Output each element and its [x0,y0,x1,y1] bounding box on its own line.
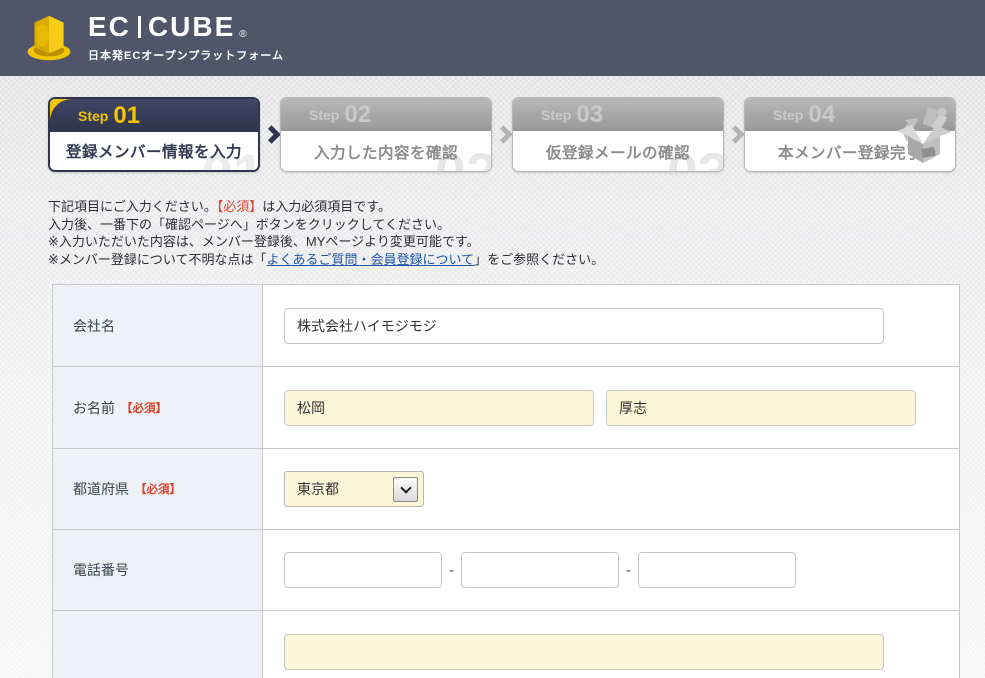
step-3-box: Step 03 03 仮登録メールの確認 [512,97,724,172]
step-3-word: Step [541,107,571,123]
name-label: お名前 [73,398,115,418]
name-row: お名前 【必須】 [53,367,959,449]
chevron-right-icon [494,125,512,143]
instruction-line-4: ※メンバー登録について不明な点は「よくあるご質問・会員登録について」をご参照くだ… [48,251,985,269]
chevron-down-icon [400,482,411,493]
step-2-word: Step [309,107,339,123]
name-value-cell [263,367,959,448]
prefecture-value-cell: 東京都 [263,449,959,529]
site-header: EC CUBE ® 日本発ECオープンプラットフォーム [0,0,985,76]
brand-ec: EC [88,13,131,41]
brand-cube: CUBE [148,13,235,41]
company-value-cell [263,285,959,366]
company-label-cell: 会社名 [53,285,263,366]
step-1-title: 登録メンバー情報を入力 [66,140,242,162]
step-2-body: 02 入力した内容を確認 [281,131,491,172]
brand-divider [138,16,141,38]
step-4-word: Step [773,107,803,123]
registered-mark: ® [239,29,246,40]
prefecture-row: 都道府県 【必須】 東京都 [53,449,959,530]
eccube-hat-icon [26,13,72,63]
next-field-label-cell [53,611,263,678]
gift-box-icon [895,106,953,166]
next-field-value-cell [263,611,959,678]
step-2-title: 入力した内容を確認 [314,141,458,163]
faq-link[interactable]: よくあるご質問・会員登録について [267,252,475,267]
form-instructions: 下記項目にご入力ください。【必須】は入力必須項目です。 入力後、一番下の「確認ペ… [48,198,985,268]
phone-value-cell: - - [263,530,959,610]
brand-tagline: 日本発ECオープンプラットフォーム [88,47,284,63]
chevron-right-icon [726,125,744,143]
step-3-body: 03 仮登録メールの確認 [513,131,723,172]
phone-part1-input[interactable] [284,552,442,588]
step-1-head: Step 01 [50,99,258,132]
prefecture-label-cell: 都道府県 【必須】 [53,449,263,529]
step-3-head: Step 03 [513,98,723,131]
next-field-row [53,611,959,678]
prefecture-select[interactable]: 東京都 [284,471,424,507]
step-3-number: 03 [576,103,603,127]
step-3-title: 仮登録メールの確認 [546,141,690,163]
step-1-word: Step [78,108,108,124]
step-1-body: 01 登録メンバー情報を入力 [50,132,258,170]
phone-label: 電話番号 [73,560,129,580]
step-2-number: 02 [344,103,371,127]
step-1-box: Step 01 01 登録メンバー情報を入力 [48,97,260,172]
last-name-input[interactable] [284,390,594,426]
instruction-line-3: ※入力いただいた内容は、メンバー登録後、MYページより変更可能です。 [48,233,985,251]
chevron-right-icon [262,125,280,143]
prefecture-required-badge: 【必須】 [135,481,181,497]
phone-separator: - [626,562,631,579]
prefecture-selected-value: 東京都 [297,479,339,499]
company-input[interactable] [284,308,884,344]
prefecture-label: 都道府県 [73,479,129,499]
first-name-input[interactable] [606,390,916,426]
member-registration-form: 会社名 お名前 【必須】 都道府県 【必須】 東京都 [52,284,960,678]
phone-row: 電話番号 - - [53,530,959,611]
step-2-box: Step 02 02 入力した内容を確認 [280,97,492,172]
step-4-number: 04 [808,103,835,127]
phone-separator: - [449,562,454,579]
phone-part3-input[interactable] [638,552,796,588]
required-badge-inline: 【必須】 [217,199,263,214]
phone-label-cell: 電話番号 [53,530,263,610]
phone-part2-input[interactable] [461,552,619,588]
step-progress-bar: Step 01 01 登録メンバー情報を入力 Step 02 02 入力した内容… [48,97,985,172]
name-required-badge: 【必須】 [121,400,167,416]
company-label: 会社名 [73,316,115,336]
step-2-head: Step 02 [281,98,491,131]
step-4-box: Step 04 本メンバー登録完了 [744,97,956,172]
company-row: 会社名 [53,285,959,367]
name-label-cell: お名前 【必須】 [53,367,263,448]
select-dropdown-button[interactable] [393,477,418,502]
instruction-line-2: 入力後、一番下の「確認ページへ」ボタンをクリックしてください。 [48,216,985,234]
next-field-input[interactable] [284,634,884,670]
step-1-number: 01 [113,104,140,128]
instruction-line-1: 下記項目にご入力ください。【必須】は入力必須項目です。 [48,198,985,216]
